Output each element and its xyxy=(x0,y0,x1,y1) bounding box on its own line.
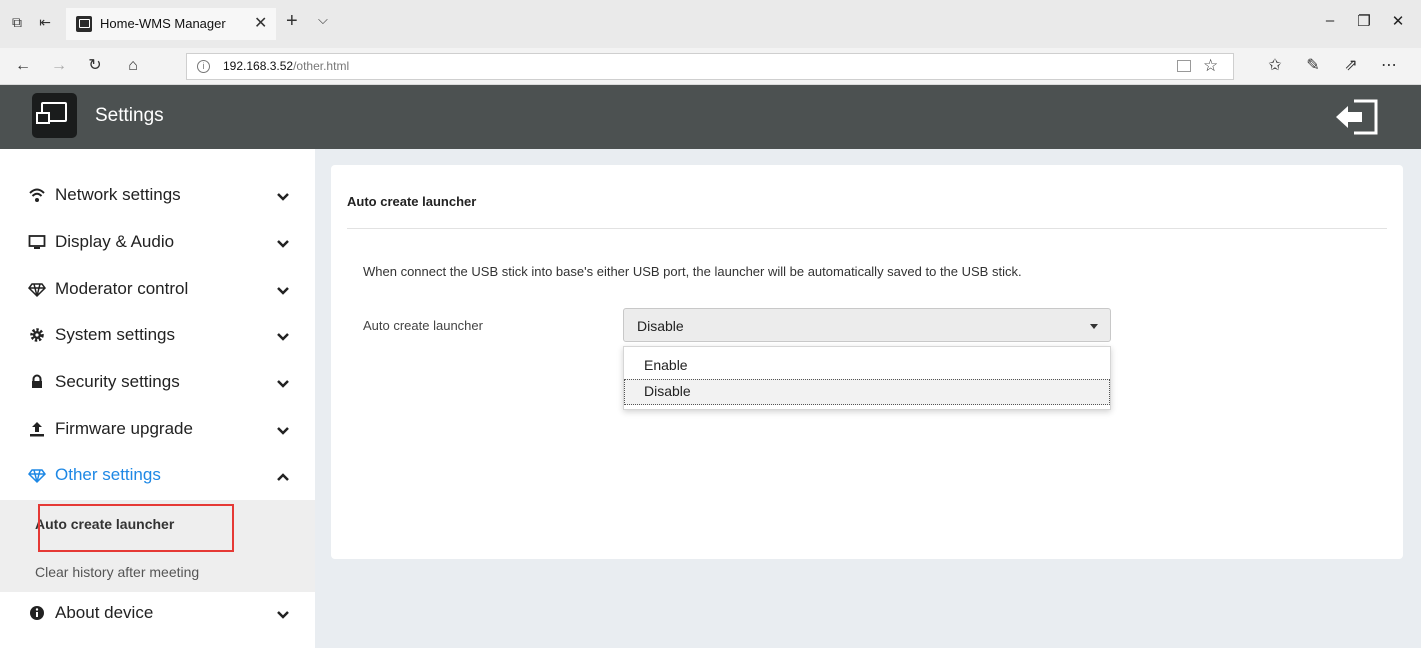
main-content: Auto create launcher When connect the US… xyxy=(315,149,1421,648)
select-value: Disable xyxy=(637,318,684,334)
window-close-icon[interactable]: ✕ xyxy=(1386,12,1410,30)
page-title: Settings xyxy=(95,105,164,126)
field-label: Auto create launcher xyxy=(363,318,483,333)
new-tab-icon[interactable]: + xyxy=(286,10,298,32)
sidebar-item-label: System settings xyxy=(55,325,175,344)
refresh-icon[interactable]: ↻ xyxy=(84,56,106,76)
sidebar-item-firmware[interactable]: Firmware upgrade xyxy=(0,408,315,454)
chevron-up-icon[interactable] xyxy=(276,470,290,484)
tab-title: Home-WMS Manager xyxy=(100,16,226,31)
auto-create-launcher-select[interactable]: Disable xyxy=(623,308,1111,342)
sidebar-item-label: Other settings xyxy=(55,465,161,484)
chevron-down-icon[interactable] xyxy=(276,377,290,391)
set-aside-tabs-icon[interactable]: ⇤ xyxy=(36,13,54,31)
sidebar-item-security[interactable]: Security settings xyxy=(0,361,315,407)
sidebar-item-system[interactable]: System settings xyxy=(0,314,315,360)
sidebar-item-label: Security settings xyxy=(55,372,180,391)
chevron-down-icon[interactable] xyxy=(276,237,290,251)
wifi-icon xyxy=(28,186,46,204)
sidebar-item-label: Display & Audio xyxy=(55,232,175,251)
app-header: Settings xyxy=(0,85,1421,149)
caret-down-icon xyxy=(1090,324,1098,329)
sidebar: Network settings Display & Audio Moderat… xyxy=(0,149,315,648)
info-icon xyxy=(28,604,46,622)
sidebar-item-moderator[interactable]: Moderator control xyxy=(0,268,315,314)
card-title: Auto create launcher xyxy=(347,194,477,209)
chevron-down-icon[interactable] xyxy=(276,608,290,622)
lock-icon xyxy=(28,373,46,391)
chevron-down-icon[interactable] xyxy=(276,190,290,204)
favorite-star-icon[interactable]: ☆ xyxy=(1203,56,1218,76)
favorites-list-icon[interactable]: ✩ xyxy=(1264,56,1286,76)
card-description: When connect the USB stick into base's e… xyxy=(363,264,1022,279)
forward-icon[interactable]: → xyxy=(48,56,70,76)
sidebar-item-label: Firmware upgrade xyxy=(55,419,193,438)
tab-list-chevron-icon[interactable]: ⌵ xyxy=(318,12,328,28)
browser-tab[interactable]: Home-WMS Manager ✕ xyxy=(66,8,276,40)
address-bar[interactable]: i 192.168.3.52/other.html ☆ xyxy=(186,53,1234,80)
sidebar-item-other[interactable]: Other settings xyxy=(0,454,315,500)
submenu-item-clear-history[interactable]: Clear history after meeting xyxy=(35,564,199,580)
upload-icon xyxy=(28,420,46,438)
diamond-icon xyxy=(28,466,46,484)
chevron-down-icon[interactable] xyxy=(276,424,290,438)
share-icon[interactable]: ⇗ xyxy=(1340,56,1362,76)
restore-icon[interactable]: ❐ xyxy=(1352,12,1376,30)
reading-view-icon[interactable] xyxy=(1177,60,1191,72)
selection-highlight-box xyxy=(38,504,234,552)
minimize-icon[interactable]: – xyxy=(1318,12,1342,29)
settings-card: Auto create launcher When connect the US… xyxy=(331,165,1403,559)
sidebar-item-about[interactable]: About device xyxy=(0,592,315,638)
logout-icon[interactable] xyxy=(1334,97,1382,137)
back-icon[interactable]: ← xyxy=(12,56,34,76)
chevron-down-icon[interactable] xyxy=(276,284,290,298)
monitor-icon xyxy=(28,233,46,251)
browser-nav-bar: ← → ↻ ⌂ i 192.168.3.52/other.html ☆ ✩ ✎ … xyxy=(0,48,1421,85)
sidebar-item-label: Network settings xyxy=(55,185,181,204)
option-enable[interactable]: Enable xyxy=(624,353,1110,379)
pen-icon[interactable]: ✎ xyxy=(1302,56,1324,76)
url-text: 192.168.3.52/other.html xyxy=(223,59,350,73)
site-info-icon[interactable]: i xyxy=(197,60,210,73)
more-icon[interactable]: ⋯ xyxy=(1378,56,1400,76)
divider xyxy=(347,228,1387,229)
home-icon[interactable]: ⌂ xyxy=(122,56,144,76)
tab-close-icon[interactable]: ✕ xyxy=(254,13,267,33)
sidebar-item-label: About device xyxy=(55,603,154,622)
select-dropdown: Enable Disable xyxy=(623,346,1111,410)
sidebar-item-network[interactable]: Network settings xyxy=(0,174,315,220)
tab-actions-icon[interactable]: ⧉ xyxy=(8,13,26,31)
option-disable[interactable]: Disable xyxy=(624,379,1110,405)
browser-tab-bar: ⧉ ⇤ Home-WMS Manager ✕ + ⌵ – ❐ ✕ xyxy=(0,0,1421,48)
diamond-icon xyxy=(28,280,46,298)
chevron-down-icon[interactable] xyxy=(276,330,290,344)
sidebar-item-label: Moderator control xyxy=(55,279,189,298)
gear-icon xyxy=(28,326,46,344)
favicon-icon xyxy=(76,16,92,32)
sidebar-item-display-audio[interactable]: Display & Audio xyxy=(0,221,315,267)
app-logo-icon xyxy=(32,93,77,138)
